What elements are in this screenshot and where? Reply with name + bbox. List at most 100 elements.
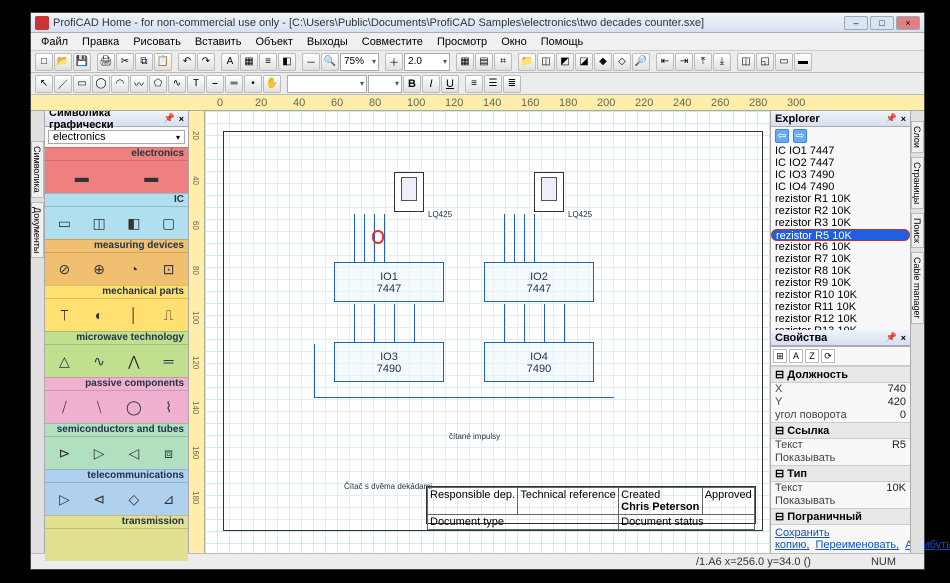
print-button[interactable]: 🖨 (97, 53, 115, 71)
linestyle-button[interactable]: ≡ (259, 53, 277, 71)
rect-tool[interactable]: ▭ (73, 75, 91, 93)
pin-icon[interactable]: 📌 (886, 113, 897, 124)
symbol-icon[interactable]: ⋀ (122, 351, 146, 371)
category-header[interactable]: microwave technology (45, 331, 188, 345)
explorer-item[interactable]: rezistor R2 10K (771, 205, 910, 217)
category-header[interactable]: semiconductors and tubes (45, 423, 188, 437)
symbol-icon[interactable] (87, 535, 111, 555)
symbol-icon[interactable]: ⌇ (157, 397, 181, 417)
align-center-text[interactable]: ☰ (484, 75, 502, 93)
explorer-item[interactable]: rezistor R10 10K (771, 289, 910, 301)
open-button[interactable]: 📂 (54, 53, 72, 71)
symbol-icon[interactable]: ⊕ (87, 259, 111, 279)
explorer-item[interactable]: IC IO3 7490 (771, 169, 910, 181)
explorer-item[interactable]: rezistor R12 10K (771, 313, 910, 325)
align-l-button[interactable]: ⇤ (656, 53, 674, 71)
symbol-icon[interactable]: ◔ (122, 259, 146, 279)
color-button[interactable]: ◧ (278, 53, 296, 71)
category-header[interactable]: transmission (45, 515, 188, 529)
menu-Вставить[interactable]: Вставить (189, 35, 248, 49)
explorer-item[interactable]: IC IO4 7490 (771, 181, 910, 193)
category-header[interactable]: mechanical parts (45, 285, 188, 299)
zoom-out-button[interactable]: － (302, 53, 320, 71)
menu-Рисовать[interactable]: Рисовать (127, 35, 187, 49)
symbol-icon[interactable]: ⊡ (157, 259, 181, 279)
category-header[interactable]: telecommunications (45, 469, 188, 483)
close-button[interactable]: × (896, 16, 920, 30)
menu-Помощь[interactable]: Помощь (535, 35, 590, 49)
ic-block[interactable]: IO37490 (334, 342, 444, 382)
symbol-icon[interactable]: ∿ (87, 351, 111, 371)
symbol-icon[interactable]: ▬ (139, 167, 163, 187)
grid-button[interactable]: ▦ (456, 53, 474, 71)
paste-button[interactable]: 📋 (154, 53, 172, 71)
underline-button[interactable]: U (441, 75, 459, 93)
symbol-icon[interactable]: ⊿ (157, 489, 181, 509)
undo-button[interactable]: ↶ (178, 53, 196, 71)
symbol-icon[interactable]: ═ (157, 351, 181, 371)
close-panel-icon[interactable]: × (179, 114, 184, 124)
layers-button[interactable]: ▤ (475, 53, 493, 71)
redo-button[interactable]: ↷ (197, 53, 215, 71)
symbol-icon[interactable]: ⎍ (157, 305, 181, 325)
wire-tool[interactable]: ⎯ (206, 75, 224, 93)
category-header[interactable]: passive components (45, 377, 188, 391)
cut-button[interactable]: ✂ (116, 53, 134, 71)
category-header[interactable]: IC (45, 193, 188, 207)
symbol-icon[interactable]: ▬ (70, 167, 94, 187)
ellipse-tool[interactable]: ◯ (92, 75, 110, 93)
props-tool[interactable]: ⊞ (773, 349, 787, 363)
right-tab[interactable]: Слои (911, 121, 924, 153)
explorer-item[interactable]: rezistor R7 10K (771, 253, 910, 265)
zoom-fit-button[interactable]: 🔍 (321, 53, 339, 71)
explorer-item[interactable]: rezistor R9 10K (771, 277, 910, 289)
props-tool[interactable]: ⟳ (821, 349, 835, 363)
right-tab[interactable]: Поиск (911, 213, 924, 248)
left-tab[interactable]: Символика (31, 141, 44, 198)
fill-button[interactable]: ▦ (240, 53, 258, 71)
minimize-button[interactable]: – (844, 16, 868, 30)
close-panel-icon[interactable]: × (901, 333, 906, 343)
parts-button[interactable]: ◪ (575, 53, 593, 71)
ic-block[interactable]: IO47490 (484, 342, 594, 382)
nav-prev-icon[interactable]: ⇦ (775, 129, 789, 143)
pan-tool[interactable]: ✋ (263, 75, 281, 93)
symbol-icon[interactable] (52, 535, 76, 555)
nav-next-icon[interactable]: ⇨ (793, 129, 807, 143)
ungroup-button[interactable]: ◱ (756, 53, 774, 71)
symbol-icon[interactable]: ▭ (52, 213, 76, 233)
symbol-icon[interactable]: ⊲ (87, 489, 111, 509)
explorer-item[interactable]: rezistor R1 10K (771, 193, 910, 205)
text-tool[interactable]: T (187, 75, 205, 93)
find-button[interactable]: 🔎 (632, 53, 650, 71)
symbol-icon[interactable]: ◁ (122, 443, 146, 463)
text-style-button[interactable]: A (221, 53, 239, 71)
front-button[interactable]: ▭ (775, 53, 793, 71)
prop-group[interactable]: ⊟ Должность (771, 366, 910, 383)
seven-segment-display[interactable] (534, 172, 564, 212)
prop-value[interactable]: R5 (856, 439, 906, 452)
symbol-icon[interactable]: ▢ (157, 213, 181, 233)
symbol-icon[interactable]: ◇ (122, 489, 146, 509)
right-tab[interactable]: Страницы (911, 157, 924, 209)
library-select[interactable]: electronics (48, 130, 185, 144)
zoom-in-button[interactable]: ＋ (385, 53, 403, 71)
scale-combo[interactable]: 2.0 (404, 53, 450, 71)
props-tool[interactable]: Z (805, 349, 819, 363)
menu-Просмотр[interactable]: Просмотр (431, 35, 493, 49)
close-panel-icon[interactable]: × (901, 114, 906, 124)
group-button[interactable]: ◫ (737, 53, 755, 71)
italic-button[interactable]: I (422, 75, 440, 93)
symbol-icon[interactable]: ◧ (122, 213, 146, 233)
menu-Совместите[interactable]: Совместите (356, 35, 429, 49)
maximize-button[interactable]: □ (870, 16, 894, 30)
symbols-button[interactable]: ◫ (537, 53, 555, 71)
explorer-item[interactable]: rezistor R6 10K (771, 241, 910, 253)
category-header[interactable]: electronics (45, 147, 188, 161)
menu-Выходы[interactable]: Выходы (301, 35, 354, 49)
zoom-combo[interactable]: 75% (340, 53, 379, 71)
pin-icon[interactable]: 📌 (886, 332, 897, 343)
explorer-list[interactable]: IC IO1 7447IC IO2 7447IC IO3 7490IC IO4 … (771, 145, 910, 330)
select-tool[interactable]: ↖ (35, 75, 53, 93)
prop-value[interactable]: 740 (856, 383, 906, 396)
